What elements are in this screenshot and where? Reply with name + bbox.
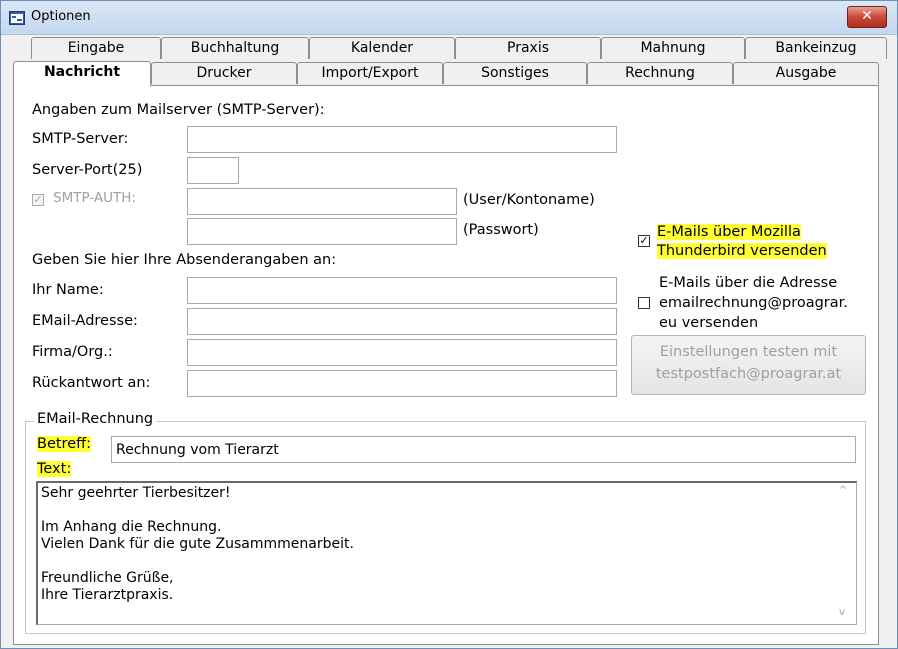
server-port-label: Server-Port(25) [32, 162, 143, 178]
invoice-group-title: EMail-Rechnung [34, 411, 157, 427]
reply-to-label: Rückantwort an: [32, 375, 151, 391]
address-option-line2: emailrechnung@proagrar. [659, 295, 848, 311]
tab-bankeinzug[interactable]: Bankeinzug [745, 37, 887, 59]
smtp-heading: Angaben zum Mailserver (SMTP-Server): [32, 102, 325, 118]
thunderbird-checkbox[interactable]: ✓ [638, 235, 650, 247]
tab-praxis[interactable]: Praxis [455, 37, 601, 59]
tab-rechnung[interactable]: Rechnung [587, 62, 733, 84]
address-checkbox[interactable] [638, 297, 650, 309]
tab-drucker[interactable]: Drucker [151, 62, 297, 84]
tab-sonstiges[interactable]: Sonstiges [443, 62, 587, 84]
smtp-auth-label: SMTP-AUTH: [53, 190, 136, 206]
tab-eingabe[interactable]: Eingabe [31, 37, 161, 59]
scroll-down-icon[interactable]: v [839, 607, 845, 618]
thunderbird-option-label[interactable]: E-Mails über Mozilla Thunderbird versend… [657, 223, 827, 261]
test-settings-button[interactable]: Einstellungen testen mit testpostfach@pr… [631, 335, 866, 395]
tab-mahnung[interactable]: Mahnung [601, 37, 745, 59]
sender-name-label: Ihr Name: [32, 282, 104, 298]
window-title: Optionen [31, 9, 91, 24]
tab-nachricht[interactable]: Nachricht [13, 61, 151, 86]
sender-email-label: EMail-Adresse: [32, 313, 138, 329]
tab-import-export[interactable]: Import/Export [297, 62, 443, 84]
thunderbird-option-line1: E-Mails über Mozilla [657, 224, 801, 240]
title-bar[interactable]: Optionen ✕ [1, 1, 897, 35]
smtp-server-label: SMTP-Server: [32, 131, 129, 147]
test-button-line1: Einstellungen testen mit [659, 344, 838, 360]
test-button-line2: testpostfach@proagrar.at [655, 366, 842, 382]
tab-buchhaltung[interactable]: Buchhaltung [161, 37, 309, 59]
app-icon [9, 11, 25, 25]
invoice-text-area[interactable]: Sehr geehrter Tierbesitzer! Im Anhang di… [36, 481, 857, 625]
tab-kalender[interactable]: Kalender [309, 37, 455, 59]
address-option-line1: E-Mails über die Adresse [659, 275, 838, 291]
subject-label: Betreff: [37, 436, 91, 452]
server-port-input[interactable] [187, 157, 239, 184]
sender-heading: Geben Sie hier Ihre Absenderangaben an: [32, 252, 337, 268]
tab-ausgabe[interactable]: Ausgabe [733, 62, 879, 84]
sender-email-input[interactable] [187, 308, 617, 335]
close-button[interactable]: ✕ [847, 6, 887, 28]
address-option-label[interactable]: E-Mails über die Adresse emailrechnung@p… [659, 273, 848, 333]
company-input[interactable] [187, 339, 617, 366]
smtp-password-input[interactable] [187, 218, 457, 245]
subject-input[interactable] [111, 436, 856, 463]
sender-name-input[interactable] [187, 277, 617, 304]
text-label: Text: [37, 461, 72, 477]
smtp-server-input[interactable] [187, 126, 617, 153]
company-label: Firma/Org.: [32, 344, 113, 360]
check-icon: ✓ [639, 234, 649, 247]
smtp-password-hint: (Passwort) [463, 222, 539, 238]
close-icon: ✕ [861, 8, 873, 24]
options-window: Optionen ✕ Eingabe Buchhaltung Kalender … [0, 0, 898, 649]
scroll-up-icon[interactable]: ^ [839, 485, 847, 496]
smtp-user-input[interactable] [187, 188, 457, 215]
reply-to-input[interactable] [187, 370, 617, 397]
smtp-auth-checkbox[interactable]: ✓ [32, 194, 44, 206]
check-icon: ✓ [33, 193, 43, 206]
smtp-user-hint: (User/Kontoname) [463, 192, 595, 208]
address-option-line3: eu versenden [659, 315, 759, 331]
thunderbird-option-line2: Thunderbird versenden [657, 243, 827, 259]
